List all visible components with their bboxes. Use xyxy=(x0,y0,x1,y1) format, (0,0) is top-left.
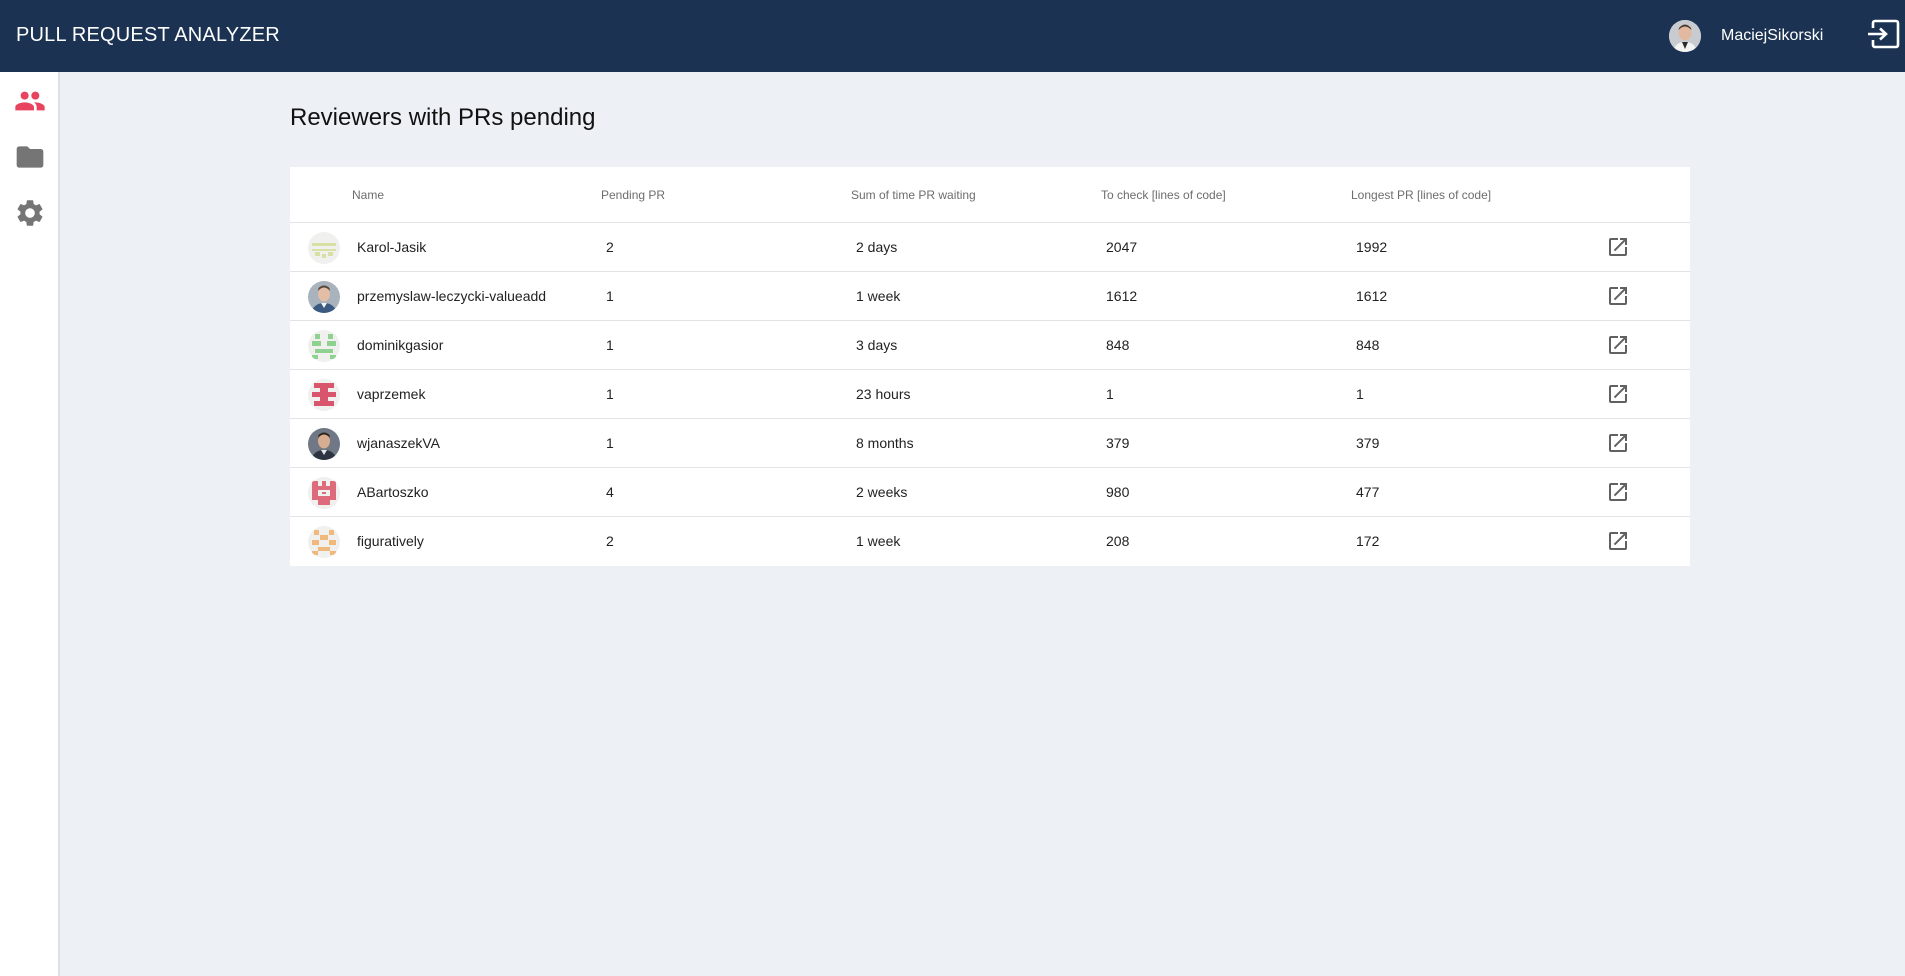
open-external-button[interactable] xyxy=(1606,529,1630,553)
column-header-to-check[interactable]: To check [lines of code] xyxy=(1101,188,1226,202)
avatar xyxy=(308,477,340,509)
column-header-name[interactable]: Name xyxy=(352,188,384,202)
longest-pr-lines: 1612 xyxy=(1356,288,1388,304)
pending-pr-count: 1 xyxy=(606,435,614,451)
table-row[interactable]: wjanaszekVA 1 8 months 379 379 xyxy=(290,419,1690,468)
folder-icon xyxy=(16,146,44,168)
longest-pr-lines: 477 xyxy=(1356,484,1380,500)
pending-pr-count: 1 xyxy=(606,288,614,304)
reviewer-name: przemyslaw-leczycki-valueadd xyxy=(357,288,547,304)
column-header-time-waiting[interactable]: Sum of time PR waiting xyxy=(851,188,976,202)
table-row[interactable]: Karol-Jasik 2 2 days 2047 1992 xyxy=(290,223,1690,272)
lines-to-check: 2047 xyxy=(1106,239,1138,255)
nav-reviewers[interactable] xyxy=(13,84,47,118)
app-title: PULL REQUEST ANALYZER xyxy=(16,24,280,46)
lines-to-check: 1612 xyxy=(1106,288,1138,304)
table-row[interactable]: dominikgasior 1 3 days 848 848 xyxy=(290,321,1690,370)
nav-settings[interactable] xyxy=(13,196,47,230)
open-in-new-icon xyxy=(1609,483,1627,501)
longest-pr-lines: 1 xyxy=(1356,386,1364,402)
pending-pr-count: 2 xyxy=(606,533,614,549)
time-waiting: 23 hours xyxy=(856,386,911,402)
open-external-button[interactable] xyxy=(1606,382,1630,406)
open-in-new-icon xyxy=(1609,287,1627,305)
open-external-button[interactable] xyxy=(1606,431,1630,455)
open-external-button[interactable] xyxy=(1606,480,1630,504)
user-avatar[interactable] xyxy=(1669,20,1701,52)
longest-pr-lines: 379 xyxy=(1356,435,1380,451)
reviewer-name: figuratively xyxy=(357,533,424,549)
column-header-longest-pr[interactable]: Longest PR [lines of code] xyxy=(1351,188,1491,202)
open-in-new-icon xyxy=(1609,385,1627,403)
avatar xyxy=(308,330,340,362)
open-in-new-icon xyxy=(1609,238,1627,256)
longest-pr-lines: 848 xyxy=(1356,337,1380,353)
avatar xyxy=(308,526,340,558)
time-waiting: 2 weeks xyxy=(856,484,908,500)
time-waiting: 2 days xyxy=(856,239,898,255)
pending-pr-count: 4 xyxy=(606,484,614,500)
page-title: Reviewers with PRs pending xyxy=(290,104,596,131)
open-external-button[interactable] xyxy=(1606,333,1630,357)
reviewer-name: vaprzemek xyxy=(357,386,426,402)
longest-pr-lines: 1992 xyxy=(1356,239,1388,255)
pending-pr-count: 1 xyxy=(606,386,614,402)
top-app-bar: PULL REQUEST ANALYZER MaciejSikorski xyxy=(0,0,1905,72)
time-waiting: 8 months xyxy=(856,435,914,451)
logout-icon xyxy=(1868,19,1900,49)
table-row[interactable]: przemyslaw-leczycki-valueadd 1 1 week 16… xyxy=(290,272,1690,321)
table-row[interactable]: ABartoszko 4 2 weeks 980 477 xyxy=(290,468,1690,517)
avatar xyxy=(308,281,340,313)
user-name: MaciejSikorski xyxy=(1721,27,1824,44)
open-in-new-icon xyxy=(1609,336,1627,354)
open-in-new-icon xyxy=(1609,434,1627,452)
reviewer-name: dominikgasior xyxy=(357,337,444,353)
reviewer-name: wjanaszekVA xyxy=(357,435,441,451)
logout-button[interactable] xyxy=(1866,19,1900,49)
pending-pr-count: 2 xyxy=(606,239,614,255)
time-waiting: 1 week xyxy=(856,533,901,549)
table-header: Name Pending PR Sum of time PR waiting T… xyxy=(290,167,1690,223)
open-in-new-icon xyxy=(1609,532,1627,550)
open-external-button[interactable] xyxy=(1606,284,1630,308)
avatar xyxy=(308,232,340,264)
lines-to-check: 208 xyxy=(1106,533,1130,549)
table-row[interactable]: figuratively 2 1 week 208 172 xyxy=(290,517,1690,566)
lines-to-check: 980 xyxy=(1106,484,1130,500)
longest-pr-lines: 172 xyxy=(1356,533,1380,549)
table-row[interactable]: vaprzemek 1 23 hours 1 1 xyxy=(290,370,1690,419)
avatar xyxy=(308,428,340,460)
lines-to-check: 1 xyxy=(1106,386,1114,402)
gear-icon xyxy=(17,200,43,226)
avatar xyxy=(308,379,340,411)
pending-pr-count: 1 xyxy=(606,337,614,353)
lines-to-check: 379 xyxy=(1106,435,1130,451)
reviewer-name: ABartoszko xyxy=(357,484,429,500)
reviewer-name: Karol-Jasik xyxy=(357,239,427,255)
column-header-pending-pr[interactable]: Pending PR xyxy=(601,188,665,202)
time-waiting: 1 week xyxy=(856,288,901,304)
time-waiting: 3 days xyxy=(856,337,898,353)
people-icon xyxy=(15,91,45,111)
open-external-button[interactable] xyxy=(1606,235,1630,259)
nav-repositories[interactable] xyxy=(13,140,47,174)
sidebar xyxy=(0,72,60,976)
lines-to-check: 848 xyxy=(1106,337,1130,353)
reviewers-table: Name Pending PR Sum of time PR waiting T… xyxy=(290,167,1690,566)
